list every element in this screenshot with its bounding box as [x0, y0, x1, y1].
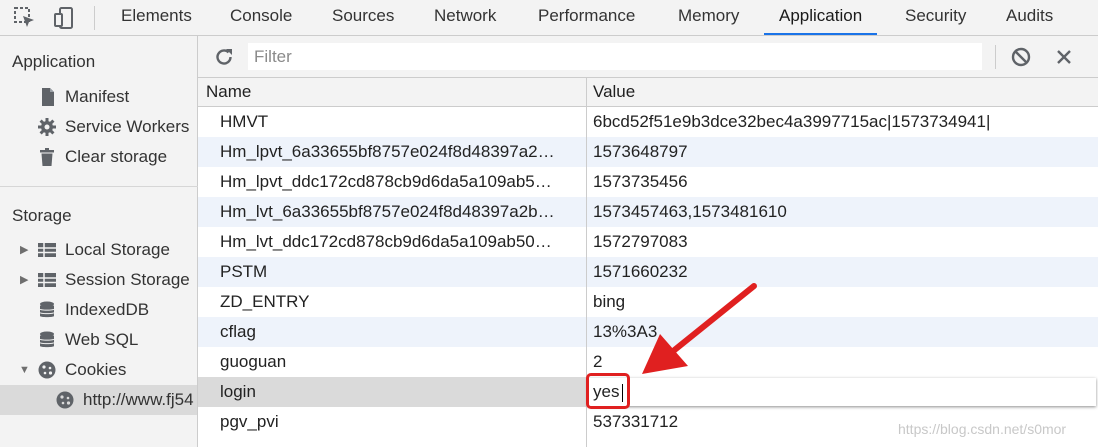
document-icon — [42, 88, 54, 106]
filter-bar-divider — [995, 45, 996, 69]
sidebar-item-web-sql[interactable]: Web SQL — [0, 325, 197, 355]
sidebar: Application Manifest Service Workers Cle… — [0, 36, 198, 447]
sidebar-item-label: Manifest — [65, 87, 130, 106]
delete-selected-icon[interactable] — [1054, 47, 1074, 67]
sidebar-item-session-storage[interactable]: ▶ Session Storage — [0, 265, 197, 295]
cookie-name-cell[interactable]: Hm_lpvt_6a33655bf8757e024f8d48397a2… — [220, 137, 578, 167]
table-row-selected[interactable]: login yes — [198, 377, 1098, 407]
sidebar-item-local-storage[interactable]: ▶ Local Storage — [0, 235, 197, 265]
tab-application[interactable]: Application — [764, 0, 878, 35]
sidebar-item-service-workers[interactable]: Service Workers — [0, 112, 197, 142]
cookie-value-cell[interactable]: 1572797083 — [593, 227, 1088, 257]
cookie-icon — [56, 391, 74, 409]
table-row[interactable]: Hm_lvt_ddc172cd878cb9d6da5a109ab50… 1572… — [198, 227, 1098, 257]
watermark: https://blog.csdn.net/s0mor — [898, 421, 1067, 437]
cookie-name-cell[interactable]: Hm_lvt_ddc172cd878cb9d6da5a109ab50… — [220, 227, 578, 257]
annotation-arrow-icon — [642, 283, 757, 374]
tab-console[interactable]: Console — [230, 0, 292, 35]
highlight-box — [586, 373, 630, 409]
trash-icon — [40, 148, 54, 166]
expand-arrow-icon[interactable]: ▶ — [20, 265, 28, 295]
devtools-toolbar: Elements Console Sources Network Perform… — [0, 0, 1098, 36]
sidebar-item-label: http://www.fj54 — [83, 390, 194, 409]
tab-memory[interactable]: Memory — [678, 0, 739, 35]
cookie-name-cell[interactable]: login — [220, 377, 578, 407]
tab-performance[interactable]: Performance — [538, 0, 635, 35]
expand-arrow-icon[interactable]: ▶ — [20, 235, 28, 265]
cookie-name-cell[interactable]: HMVT — [220, 107, 578, 137]
cookie-name-cell[interactable]: ZD_ENTRY — [220, 287, 578, 317]
sidebar-item-label: Cookies — [65, 360, 127, 379]
sidebar-divider — [0, 186, 198, 187]
tab-network[interactable]: Network — [434, 0, 496, 35]
cookie-name-cell[interactable]: guoguan — [220, 347, 578, 377]
sidebar-item-cookie-origin[interactable]: http://www.fj54 — [0, 385, 197, 415]
table-header: Name Value — [198, 78, 1098, 107]
cookie-icon — [38, 361, 56, 379]
cookie-name-cell[interactable]: Hm_lpvt_ddc172cd878cb9d6da5a109ab5… — [220, 167, 578, 197]
cookie-name-cell[interactable]: cflag — [220, 317, 578, 347]
sidebar-item-label: Service Workers — [65, 117, 190, 136]
column-header-name[interactable]: Name — [206, 78, 251, 106]
sidebar-item-label: Session Storage — [65, 270, 190, 289]
tab-sources[interactable]: Sources — [332, 0, 394, 35]
grid-icon — [38, 273, 56, 287]
sidebar-item-label: IndexedDB — [65, 300, 150, 319]
tab-elements[interactable]: Elements — [121, 0, 192, 35]
sidebar-item-clear-storage[interactable]: Clear storage — [0, 142, 197, 172]
sidebar-item-label: Web SQL — [65, 330, 139, 349]
sidebar-item-indexeddb[interactable]: IndexedDB — [0, 295, 197, 325]
table-row[interactable]: Hm_lvt_6a33655bf8757e024f8d48397a2b… 157… — [198, 197, 1098, 227]
table-row[interactable]: HMVT 6bcd52f51e9b3dce32bec4a3997715ac|15… — [198, 107, 1098, 137]
column-header-value[interactable]: Value — [593, 78, 635, 106]
filter-input[interactable] — [248, 43, 982, 70]
tab-audits[interactable]: Audits — [1006, 0, 1053, 35]
database-icon — [39, 301, 55, 318]
section-title-application: Application — [12, 52, 96, 71]
collapse-arrow-icon[interactable]: ▼ — [19, 355, 30, 385]
sidebar-item-manifest[interactable]: Manifest — [0, 82, 197, 112]
cookie-name-cell[interactable]: PSTM — [220, 257, 578, 287]
sidebar-item-cookies[interactable]: ▼ Cookies — [0, 355, 197, 385]
section-title-storage: Storage — [12, 206, 72, 225]
tab-security[interactable]: Security — [905, 0, 966, 35]
sidebar-item-label: Local Storage — [65, 240, 170, 259]
cookie-value-cell[interactable]: 1573648797 — [593, 137, 1088, 167]
cookie-value-cell[interactable]: 1573735456 — [593, 167, 1088, 197]
table-row[interactable]: Hm_lpvt_6a33655bf8757e024f8d48397a2… 157… — [198, 137, 1098, 167]
clear-all-icon[interactable] — [1010, 46, 1032, 68]
cookie-name-cell[interactable]: Hm_lvt_6a33655bf8757e024f8d48397a2b… — [220, 197, 578, 227]
device-toolbar-icon[interactable] — [52, 6, 76, 30]
database-icon — [39, 331, 55, 348]
inspect-element-icon[interactable] — [13, 6, 37, 30]
grid-icon — [38, 243, 56, 257]
toolbar-divider — [94, 6, 95, 30]
filter-bar — [198, 36, 1098, 78]
gear-icon — [38, 118, 56, 136]
refresh-icon[interactable] — [213, 46, 235, 68]
table-row[interactable]: Hm_lpvt_ddc172cd878cb9d6da5a109ab5… 1573… — [198, 167, 1098, 197]
cookie-value-cell[interactable]: 6bcd52f51e9b3dce32bec4a3997715ac|1573734… — [593, 107, 1088, 137]
cookies-panel: Name Value HMVT 6bcd52f51e9b3dce32bec4a3… — [198, 36, 1098, 447]
cookie-value-cell[interactable]: 1573457463,1573481610 — [593, 197, 1088, 227]
cookie-name-cell[interactable]: pgv_pvi — [220, 407, 578, 437]
cookie-value-editor[interactable]: yes — [588, 378, 1096, 406]
sidebar-item-label: Clear storage — [65, 147, 168, 166]
